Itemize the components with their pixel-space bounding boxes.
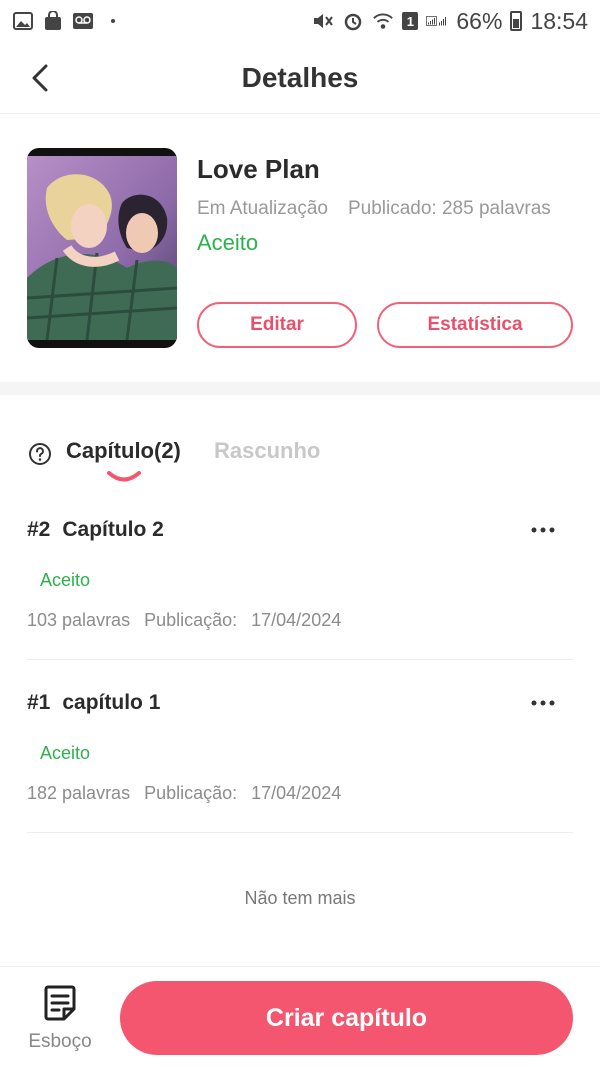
section-divider — [0, 382, 600, 395]
alarm-icon — [342, 11, 364, 31]
chapter-name: capítulo 1 — [62, 691, 161, 714]
more-options-button[interactable] — [527, 518, 559, 542]
draft-button[interactable]: Esboço — [20, 983, 100, 1057]
draft-document-icon — [44, 985, 76, 1021]
book-cover[interactable] — [27, 148, 177, 348]
chapter-number: #1 — [27, 691, 51, 714]
chapter-pub-label: Publicação: — [144, 783, 238, 803]
chapter-words: 103 palavras — [27, 610, 131, 630]
chapter-status: Aceito — [40, 570, 91, 590]
tab-drafts[interactable]: Rascunho — [214, 438, 320, 464]
chapter-date: 17/04/2024 — [251, 610, 342, 630]
book-meta: Em Atualização Publicado: 285 palavras — [197, 198, 551, 220]
draft-label: Esboço — [28, 1031, 92, 1052]
chapter-name: Capítulo 2 — [62, 518, 164, 541]
edit-button[interactable]: Editar — [197, 302, 357, 348]
book-review-status: Aceito — [197, 230, 259, 255]
list-end-text: Não tem mais — [244, 888, 356, 908]
signal-icon — [426, 11, 448, 31]
update-status: Em Atualização — [197, 198, 328, 219]
tab-active-indicator — [107, 471, 141, 482]
chapter-item[interactable]: #2 Capítulo 2 Aceito 103 palavras Publica… — [27, 488, 573, 660]
chapter-item[interactable]: #1 capítulo 1 Aceito 182 palavras Publica… — [27, 661, 573, 833]
page-title: Detalhes — [241, 62, 359, 93]
notification-badge: 1 — [402, 12, 419, 30]
chapter-meta: 182 palavras Publicação: 17/04/2024 — [27, 783, 341, 804]
published-words: Publicado: 285 palavras — [347, 198, 551, 219]
battery-icon — [510, 11, 523, 31]
more-options-button[interactable] — [527, 691, 559, 715]
clock: 18:54 — [530, 7, 588, 34]
chapter-number: #2 — [27, 518, 51, 541]
header: Detalhes — [0, 42, 600, 114]
chapter-pub-label: Publicação: — [144, 610, 238, 630]
more-horizontal-icon — [531, 527, 555, 533]
chapter-title: #2 Capítulo 2 — [27, 518, 164, 542]
tab-bar: Capítulo(2) Rascunho — [0, 430, 600, 490]
shopping-bag-icon — [42, 11, 64, 31]
tab-chapters[interactable]: Capítulo(2) — [66, 438, 181, 464]
statistics-button[interactable]: Estatística — [377, 302, 573, 348]
chapter-words: 182 palavras — [27, 783, 131, 803]
chapter-status: Aceito — [40, 743, 91, 763]
battery-percent: 66% — [456, 7, 503, 34]
wifi-icon — [372, 11, 394, 31]
chapter-meta: 103 palavras Publicação: 17/04/2024 — [27, 610, 341, 631]
mute-icon — [312, 11, 334, 31]
chapter-date: 17/04/2024 — [251, 783, 342, 803]
more-horizontal-icon — [531, 700, 555, 706]
voicemail-icon — [72, 11, 94, 31]
status-bar-right: 1 66% 18:54 — [312, 8, 588, 35]
bottom-bar: Esboço Criar capítulo — [0, 966, 600, 1067]
chapter-title: #1 capítulo 1 — [27, 691, 160, 715]
create-chapter-button[interactable]: Criar capítulo — [120, 981, 573, 1055]
status-bar: 1 66% 18:54 — [0, 0, 600, 42]
image-icon — [12, 11, 34, 31]
book-info: Love Plan Em Atualização Publicado: 285 … — [0, 114, 600, 382]
question-circle-icon[interactable] — [28, 442, 52, 466]
book-title: Love Plan — [197, 154, 320, 184]
dot-icon — [102, 11, 124, 31]
status-bar-left — [12, 11, 124, 31]
